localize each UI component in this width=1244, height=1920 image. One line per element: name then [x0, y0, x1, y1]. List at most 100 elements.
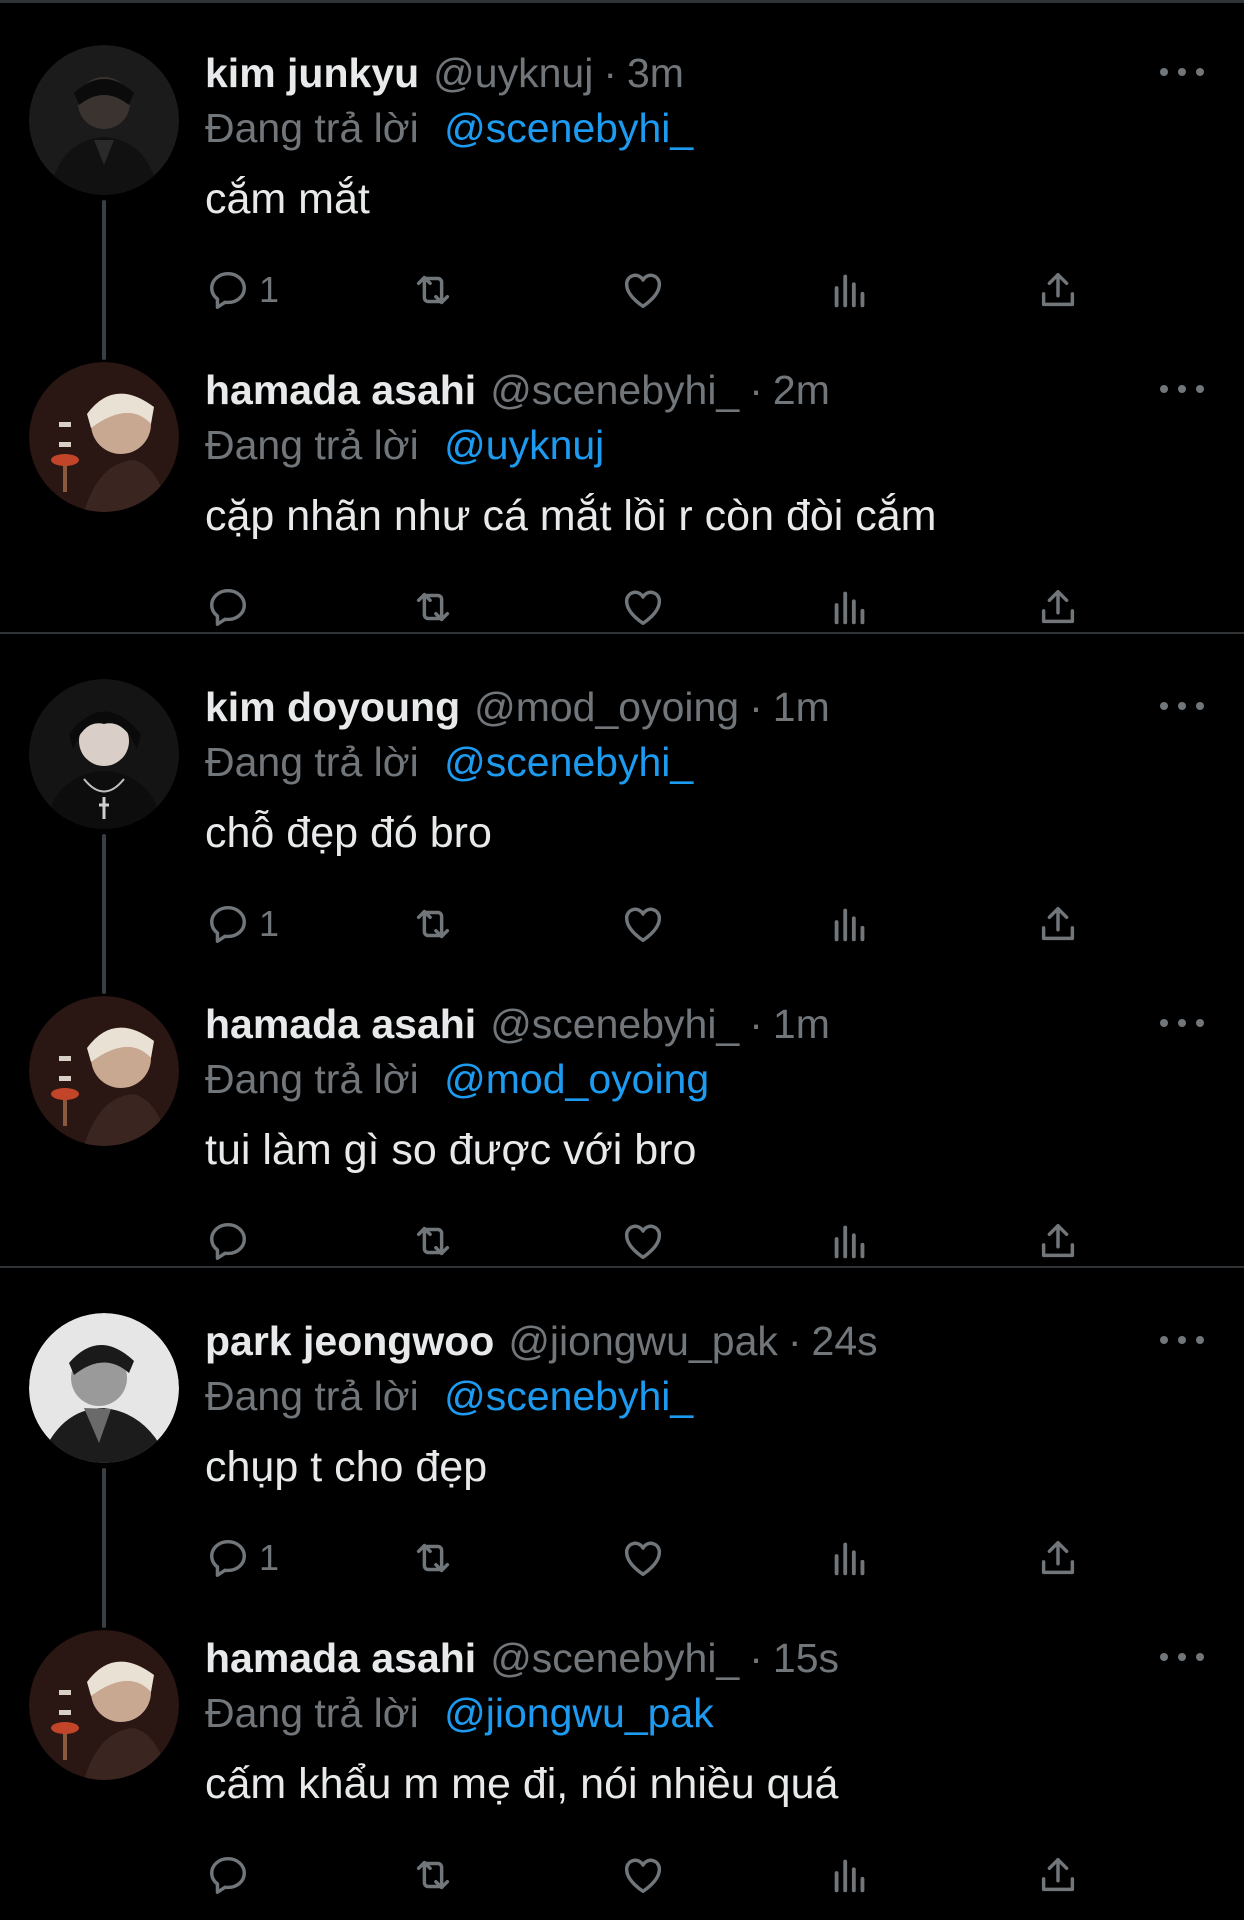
like-button[interactable] — [620, 1847, 666, 1903]
retweet-button[interactable] — [410, 262, 456, 318]
display-name[interactable]: hamada asahi — [205, 1001, 476, 1048]
retweet-button[interactable] — [410, 579, 456, 635]
display-name[interactable]: hamada asahi — [205, 367, 476, 414]
action-bar: 1 — [205, 1530, 1105, 1586]
reply-button[interactable] — [205, 1213, 259, 1269]
mention-link[interactable]: @mod_oyoing — [444, 1056, 709, 1102]
more-icon[interactable] — [1160, 694, 1204, 718]
avatar[interactable] — [29, 45, 179, 195]
tweet[interactable]: park jeongwoo @jiongwu_pak · 24s Đang tr… — [0, 1268, 1244, 1628]
timestamp[interactable]: 15s — [773, 1635, 839, 1682]
more-icon[interactable] — [1160, 60, 1204, 84]
retweet-icon — [416, 1543, 450, 1573]
avatar[interactable] — [29, 996, 179, 1146]
action-bar — [205, 579, 1105, 635]
reply-button[interactable]: 1 — [205, 262, 279, 318]
handle[interactable]: @scenebyhi_ — [490, 1001, 739, 1048]
separator-dot: · — [749, 367, 763, 413]
more-icon[interactable] — [1160, 1645, 1204, 1669]
mention-link[interactable]: @scenebyhi_ — [444, 1373, 693, 1419]
reply-icon — [209, 588, 247, 626]
views-button[interactable] — [827, 1213, 873, 1269]
replying-to-label: Đang trả lời — [205, 422, 419, 468]
like-button[interactable] — [620, 1530, 666, 1586]
retweet-button[interactable] — [410, 1847, 456, 1903]
share-button[interactable] — [1035, 262, 1081, 318]
avatar[interactable] — [29, 362, 179, 512]
retweet-button[interactable] — [410, 1213, 456, 1269]
reply-button[interactable] — [205, 579, 259, 635]
avatar[interactable] — [29, 1313, 179, 1463]
handle[interactable]: @jiongwu_pak — [508, 1318, 778, 1365]
reply-thread: kim doyoung @mod_oyoing · 1m Đang trả lờ… — [0, 634, 1244, 1268]
timestamp[interactable]: 2m — [773, 367, 830, 414]
tweet-header: hamada asahi @scenebyhi_ · 1m — [205, 1001, 830, 1051]
views-icon — [834, 1859, 865, 1893]
retweet-button[interactable] — [410, 896, 456, 952]
views-button[interactable] — [827, 579, 873, 635]
like-button[interactable] — [620, 1213, 666, 1269]
reply-button[interactable]: 1 — [205, 1530, 279, 1586]
views-icon — [834, 1542, 865, 1576]
avatar[interactable] — [29, 1630, 179, 1780]
handle[interactable]: @scenebyhi_ — [490, 367, 739, 414]
share-button[interactable] — [1035, 1847, 1081, 1903]
mention-link[interactable]: @jiongwu_pak — [444, 1690, 714, 1736]
replying-to-label: Đang trả lời — [205, 1373, 419, 1419]
tweet-text: cắm mắt — [205, 175, 370, 223]
share-button[interactable] — [1035, 1213, 1081, 1269]
reply-button[interactable] — [205, 1847, 259, 1903]
handle[interactable]: @scenebyhi_ — [490, 1635, 739, 1682]
handle[interactable]: @mod_oyoing — [474, 684, 739, 731]
mention-link[interactable]: @scenebyhi_ — [444, 739, 693, 785]
like-button[interactable] — [620, 262, 666, 318]
tweet[interactable]: kim doyoung @mod_oyoing · 1m Đang trả lờ… — [0, 634, 1244, 994]
tweet-header: kim doyoung @mod_oyoing · 1m — [205, 684, 830, 734]
like-button[interactable] — [620, 896, 666, 952]
views-icon — [834, 274, 865, 308]
like-button[interactable] — [620, 579, 666, 635]
reply-icon — [209, 1222, 247, 1260]
retweet-button[interactable] — [410, 1530, 456, 1586]
more-icon[interactable] — [1160, 1328, 1204, 1352]
like-icon — [624, 590, 662, 626]
share-button[interactable] — [1035, 1530, 1081, 1586]
tweet[interactable]: hamada asahi @scenebyhi_ · 15s Đang trả … — [0, 1585, 1244, 1902]
retweet-icon — [416, 1226, 450, 1256]
tweet-text: cặp nhãn như cá mắt lồi r còn đòi cắm — [205, 492, 937, 540]
timestamp[interactable]: 3m — [627, 50, 684, 97]
tweet-header: hamada asahi @scenebyhi_ · 2m — [205, 367, 830, 417]
reply-icon — [209, 1539, 247, 1577]
more-icon[interactable] — [1160, 1011, 1204, 1035]
display-name[interactable]: park jeongwoo — [205, 1318, 494, 1365]
tweet[interactable]: hamada asahi @scenebyhi_ · 1m Đang trả l… — [0, 951, 1244, 1268]
timestamp[interactable]: 24s — [812, 1318, 878, 1365]
mention-link[interactable]: @scenebyhi_ — [444, 105, 693, 151]
share-button[interactable] — [1035, 579, 1081, 635]
timestamp[interactable]: 1m — [773, 1001, 830, 1048]
views-button[interactable] — [827, 1847, 873, 1903]
display-name[interactable]: kim junkyu — [205, 50, 419, 97]
more-icon[interactable] — [1160, 377, 1204, 401]
views-button[interactable] — [827, 262, 873, 318]
tweet[interactable]: hamada asahi @scenebyhi_ · 2m Đang trả l… — [0, 317, 1244, 634]
reply-button[interactable]: 1 — [205, 896, 279, 952]
views-button[interactable] — [827, 1530, 873, 1586]
share-icon — [1041, 906, 1075, 941]
tweet[interactable]: kim junkyu @uyknuj · 3m Đang trả lời @sc… — [0, 0, 1244, 360]
mention-link[interactable]: @uyknuj — [444, 422, 604, 468]
views-button[interactable] — [827, 896, 873, 952]
tweet-text: chỗ đẹp đó bro — [205, 809, 492, 857]
views-icon — [834, 908, 865, 942]
display-name[interactable]: hamada asahi — [205, 1635, 476, 1682]
separator-dot: · — [749, 684, 763, 730]
display-name[interactable]: kim doyoung — [205, 684, 460, 731]
avatar[interactable] — [29, 679, 179, 829]
reply-icon — [209, 905, 247, 943]
action-bar: 1 — [205, 262, 1105, 318]
handle[interactable]: @uyknuj — [433, 50, 593, 97]
share-button[interactable] — [1035, 896, 1081, 952]
replying-to-label: Đang trả lời — [205, 1056, 419, 1102]
timestamp[interactable]: 1m — [773, 684, 830, 731]
tweet-header: park jeongwoo @jiongwu_pak · 24s — [205, 1318, 878, 1368]
